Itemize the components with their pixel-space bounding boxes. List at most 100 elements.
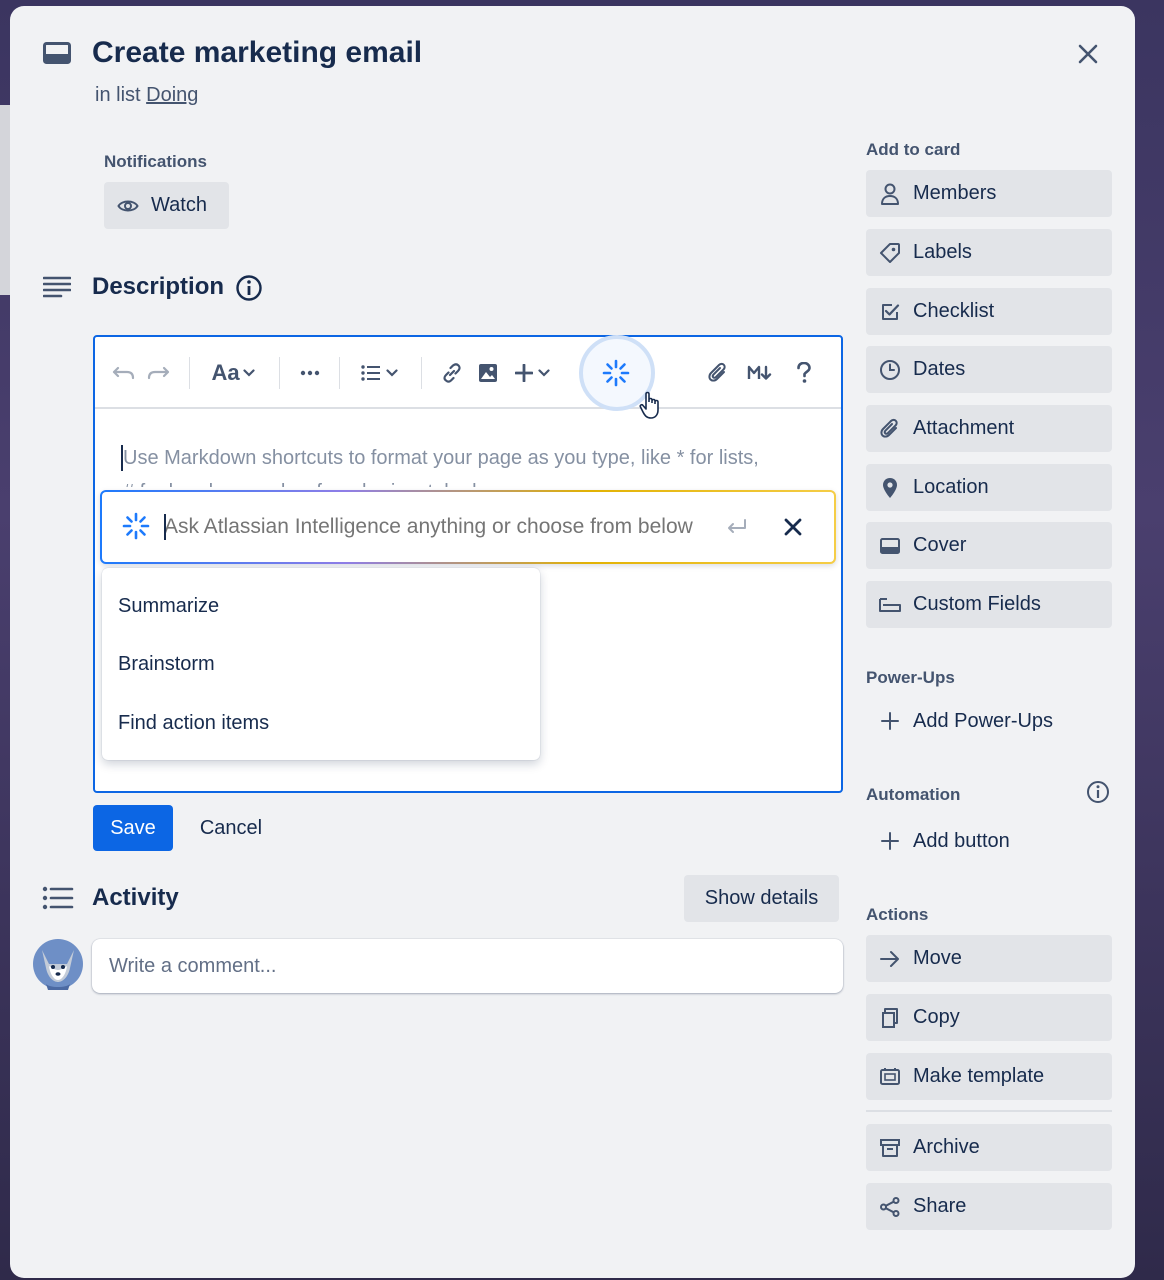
notifications-label: Notifications xyxy=(104,152,207,171)
enter-icon[interactable] xyxy=(726,518,748,536)
paperclip-icon xyxy=(878,417,902,441)
tag-icon xyxy=(878,241,902,265)
ai-option-summarize[interactable]: Summarize xyxy=(102,578,540,634)
watch-button[interactable]: Watch xyxy=(104,182,229,229)
add-power-ups-button[interactable]: Add Power-Ups xyxy=(866,699,1053,743)
actions-divider xyxy=(866,1110,1112,1112)
chevron-down-icon xyxy=(242,369,255,377)
card-icon xyxy=(43,42,71,64)
ai-suggestions-menu: Summarize Brainstorm Find action items xyxy=(102,568,540,760)
toolbar-divider xyxy=(339,357,340,389)
bullet-list-icon xyxy=(360,365,381,381)
ai-option-find-action-items[interactable]: Find action items xyxy=(102,695,540,751)
info-icon[interactable] xyxy=(235,274,263,302)
link-button[interactable] xyxy=(437,357,467,389)
atlassian-intelligence-button[interactable] xyxy=(599,357,633,389)
ai-prompt-input[interactable] xyxy=(164,510,704,544)
labels-label: Labels xyxy=(913,241,972,263)
description-icon xyxy=(43,276,71,298)
arrow-right-icon xyxy=(878,947,902,971)
cancel-button[interactable]: Cancel xyxy=(186,805,276,851)
list-link[interactable]: Doing xyxy=(146,84,198,106)
eye-icon xyxy=(117,198,139,214)
text-caret xyxy=(164,514,166,540)
share-icon xyxy=(878,1195,902,1219)
person-icon xyxy=(878,182,902,206)
undo-button[interactable] xyxy=(109,357,139,389)
in-list-prefix: in list xyxy=(95,84,141,106)
info-icon[interactable] xyxy=(1086,780,1110,804)
attachment-label: Attachment xyxy=(913,417,1015,439)
toolbar-divider xyxy=(421,357,422,389)
markdown-button[interactable] xyxy=(743,357,777,389)
editor-placeholder: Use Markdown shortcuts to format your pa… xyxy=(123,447,759,469)
labels-button[interactable]: Labels xyxy=(866,229,1112,276)
save-button[interactable]: Save xyxy=(93,805,173,851)
image-icon xyxy=(478,363,498,383)
checkbox-icon xyxy=(878,300,902,324)
list-dropdown[interactable] xyxy=(357,357,401,389)
plus-icon xyxy=(514,364,533,382)
help-icon xyxy=(796,362,812,384)
add-automation-button[interactable]: Add button xyxy=(866,819,1010,863)
undo-icon xyxy=(112,365,136,381)
chevron-down-icon xyxy=(385,369,398,377)
chevron-down-icon xyxy=(537,369,550,377)
avatar[interactable] xyxy=(32,938,84,990)
cover-button[interactable]: Cover xyxy=(866,522,1112,569)
help-button[interactable] xyxy=(789,357,819,389)
template-icon xyxy=(878,1065,902,1089)
checklist-button[interactable]: Checklist xyxy=(866,288,1112,335)
text-style-label: Aa xyxy=(211,360,240,385)
members-button[interactable]: Members xyxy=(866,170,1112,217)
archive-icon xyxy=(878,1136,902,1160)
make-template-button[interactable]: Make template xyxy=(866,1053,1112,1100)
image-button[interactable] xyxy=(473,357,503,389)
card-cover-icon xyxy=(878,534,902,558)
toolbar-divider xyxy=(189,357,190,389)
share-button[interactable]: Share xyxy=(866,1183,1112,1230)
card-detail-modal: Create marketing email in list Doing Not… xyxy=(10,6,1135,1278)
automation-label: Automation xyxy=(866,785,961,804)
show-details-button[interactable]: Show details xyxy=(684,875,839,922)
paperclip-icon xyxy=(707,362,729,384)
dates-button[interactable]: Dates xyxy=(866,346,1112,393)
ai-option-brainstorm[interactable]: Brainstorm xyxy=(102,636,540,692)
add-power-ups-label: Add Power-Ups xyxy=(913,709,1054,732)
ai-prompt-bar xyxy=(100,490,836,564)
actions-label: Actions xyxy=(866,905,929,924)
description-heading: Description xyxy=(92,273,225,300)
add-button-label: Add button xyxy=(913,829,1010,852)
plus-icon xyxy=(878,709,902,733)
checklist-label: Checklist xyxy=(913,300,995,322)
custom-fields-button[interactable]: Custom Fields xyxy=(866,581,1112,628)
close-icon[interactable] xyxy=(784,518,802,536)
redo-icon xyxy=(146,365,170,381)
location-label: Location xyxy=(913,476,989,498)
toolbar-divider xyxy=(279,357,280,389)
members-label: Members xyxy=(913,182,997,204)
move-button[interactable]: Move xyxy=(866,935,1112,982)
watch-label: Watch xyxy=(151,194,207,216)
close-icon xyxy=(1077,43,1099,65)
custom-fields-label: Custom Fields xyxy=(913,593,1041,615)
attach-button[interactable] xyxy=(703,357,733,389)
more-icon xyxy=(300,370,320,376)
card-title[interactable]: Create marketing email xyxy=(92,36,422,70)
text-style-dropdown[interactable]: Aa xyxy=(207,357,259,389)
comment-input[interactable]: Write a comment... xyxy=(92,939,843,993)
insert-dropdown[interactable] xyxy=(509,357,555,389)
add-to-card-label: Add to card xyxy=(866,140,961,159)
more-formatting-button[interactable] xyxy=(295,357,325,389)
close-button[interactable] xyxy=(1070,36,1106,72)
archive-button[interactable]: Archive xyxy=(866,1124,1112,1171)
custom-fields-icon xyxy=(878,593,902,617)
copy-label: Copy xyxy=(913,1006,960,1028)
share-label: Share xyxy=(913,1195,967,1217)
redo-button[interactable] xyxy=(143,357,173,389)
location-button[interactable]: Location xyxy=(866,464,1112,511)
attachment-button[interactable]: Attachment xyxy=(866,405,1112,452)
copy-button[interactable]: Copy xyxy=(866,994,1112,1041)
ai-sparkle-icon xyxy=(122,512,150,540)
editor-placeholder-line2: # for headers, and --- for a horizontal … xyxy=(123,475,823,487)
